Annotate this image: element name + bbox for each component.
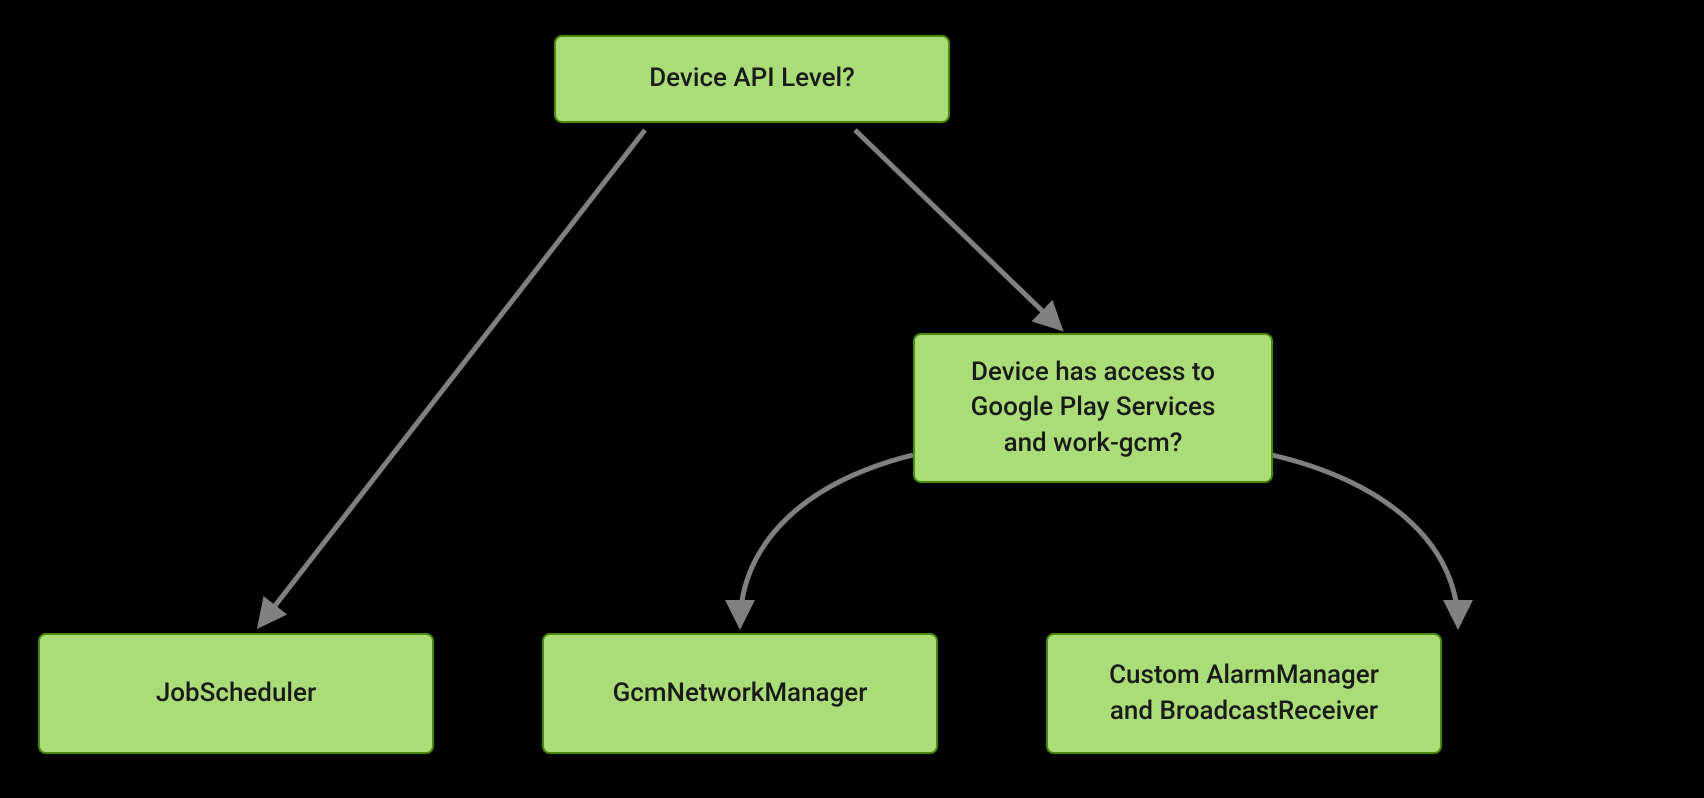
node-play-services: Device has access toGoogle Play Services… <box>913 333 1273 483</box>
edge-root-to-jobscheduler <box>260 130 645 625</box>
node-label: Custom AlarmManagerand BroadcastReceiver <box>1109 658 1379 728</box>
node-label: Device has access toGoogle Play Services… <box>971 355 1216 460</box>
node-jobscheduler: JobScheduler <box>38 633 434 754</box>
edge-playservices-to-alarmmanager <box>1272 455 1458 625</box>
node-label: Device API Level? <box>649 61 855 96</box>
edge-playservices-to-gcm <box>740 455 913 625</box>
node-label: GcmNetworkManager <box>613 676 868 711</box>
node-alarm-manager: Custom AlarmManagerand BroadcastReceiver <box>1046 633 1442 754</box>
node-device-api-level: Device API Level? <box>554 35 950 123</box>
node-label: JobScheduler <box>156 676 316 711</box>
node-gcm-network-manager: GcmNetworkManager <box>542 633 938 754</box>
edge-root-to-playservices <box>855 130 1060 328</box>
